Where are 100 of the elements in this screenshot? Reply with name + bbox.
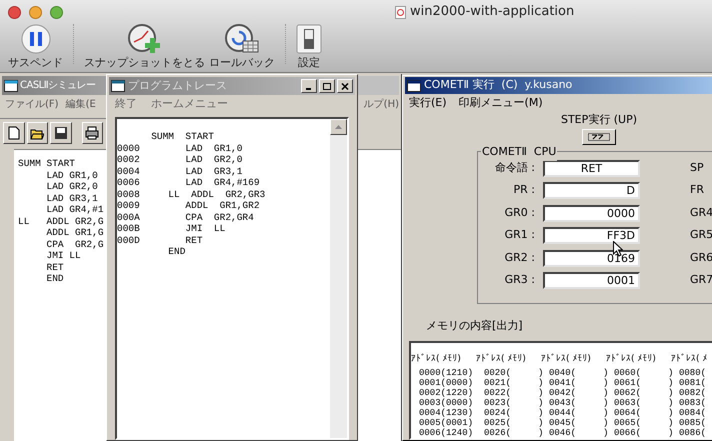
memory-cell: 0060( ) — [614, 368, 674, 378]
open-folder-button[interactable] — [26, 122, 48, 144]
memory-cell: 0080( — [679, 368, 706, 378]
memory-cell: 0062( ) — [614, 388, 674, 398]
scrollbar[interactable] — [330, 119, 347, 438]
window-title: win2000-with-application — [410, 3, 574, 22]
code-line: LAD GR3,1 — [46, 192, 98, 204]
snapshot-button[interactable]: スナップショットをとる — [82, 24, 207, 72]
title-bar — [358, 76, 399, 95]
print-button[interactable] — [82, 122, 103, 144]
memory-cell: 0061( ) — [614, 378, 674, 388]
close-icon — [341, 82, 349, 90]
memory-cell: 0006(1240) — [419, 428, 474, 438]
memory-cell: 0040( ) — [549, 368, 608, 378]
register-label: PR : — [512, 182, 535, 198]
code-line: 0000 LAD GR1,0 — [117, 142, 242, 154]
memory-cell: 0065( ) — [614, 418, 674, 428]
register-label: GR0 : — [504, 204, 535, 221]
code-line: SUMM START — [150, 131, 214, 142]
code-line: 000D RET — [117, 234, 203, 246]
register-label: 命令語 : — [494, 160, 535, 176]
memory-cell: 0005(0001) — [419, 418, 474, 428]
code-line: 0002 LAD GR2,0 — [117, 154, 242, 166]
clock-plus-icon — [128, 24, 162, 54]
rollback-button[interactable]: ロールバック — [207, 24, 277, 72]
memory-cell: 0083( — [679, 398, 706, 408]
register-field[interactable]: 0000 — [543, 204, 640, 222]
code-line: LAD GR2,0 — [46, 181, 98, 192]
code-line: RET — [46, 262, 64, 273]
app-icon — [111, 79, 125, 93]
column-header: ｱﾄﾞﾚｽ( ﾒ — [671, 354, 708, 364]
group-legend: COMETⅡ CPU — [481, 144, 558, 161]
code-line: END — [167, 246, 186, 258]
code-line: LAD GR4,#1 — [46, 204, 104, 216]
memory-cell: 0024( ) — [484, 408, 544, 418]
memory-cell: 0063( ) — [614, 398, 674, 408]
menu-item[interactable]: 印刷メニュー(M) — [458, 94, 543, 112]
up-arrow-icon — [335, 125, 342, 129]
maximize-icon — [323, 82, 331, 90]
step-button[interactable] — [582, 129, 616, 146]
memory-cell: 0042( ) — [549, 388, 608, 398]
register-label: GR2 : — [504, 250, 535, 266]
print-icon — [85, 126, 100, 140]
code-line: LAD GR1,0 — [46, 170, 98, 181]
memory-cell: 0004(1230) — [419, 408, 474, 418]
save-icon — [54, 126, 68, 140]
menu-item[interactable]: ファイル(F) — [5, 96, 59, 112]
menu-item[interactable]: 終了 — [115, 96, 137, 112]
menu-item[interactable]: 実行(E) — [409, 94, 447, 112]
memory-cell: 0046( ) — [549, 428, 608, 438]
memory-cell: 0001(0000) — [419, 378, 474, 388]
window-title: CASLⅡシミュレー — [20, 79, 96, 93]
code-line: ADDL GR1,G — [46, 227, 104, 238]
code-line: 0004 LAD GR3,1 — [117, 166, 242, 177]
memory-cell: 0002(1220) — [419, 388, 474, 398]
column-header: ｱﾄﾞﾚｽ( ﾒﾓﾘ) — [476, 354, 526, 364]
suspend-button[interactable]: サスペンド — [6, 24, 65, 72]
code-line: JMI LL — [46, 250, 81, 262]
register-field[interactable]: RET — [543, 160, 640, 177]
register-field[interactable]: 0001 — [543, 272, 640, 290]
menu-item[interactable]: ルプ(H) — [364, 96, 399, 112]
register-label: SP — [690, 160, 704, 176]
register-label: FR — [690, 182, 704, 198]
switch-icon — [296, 24, 322, 54]
new-file-button[interactable] — [3, 122, 24, 144]
memory-cell: 0023( ) — [484, 398, 544, 408]
memory-cell: 0084( — [679, 408, 706, 418]
memory-label: メモリの内容[出力] — [426, 318, 523, 334]
new-file-icon — [6, 126, 21, 140]
menu-item[interactable]: ホームメニュー — [151, 96, 228, 112]
code-line: 000B JMI LL — [117, 223, 226, 234]
register-field[interactable]: 0169 — [543, 250, 640, 267]
step-label: STEP実行 (UP) — [560, 112, 638, 128]
code-line: 0008 LL ADDL GR2,GR3 — [117, 188, 266, 200]
settings-button[interactable]: 設定 — [294, 24, 324, 72]
memory-cell: 0026( ) — [484, 428, 544, 438]
menu-item[interactable]: 編集(E — [66, 96, 96, 112]
text-area[interactable]: SUMM START 0000 LAD GR1,0 0002 LAD GR2,0 0004 LAD GR3,1 0006 LAD GR4,#169 0008 LL ADDL GR2,GR3 0009 ADDL GR1,GR2 000A CPA GR2,GR4 000B JMI LL 000D RET END — [115, 117, 349, 440]
memory-cell: 0025( ) — [484, 418, 544, 428]
register-label: GR7 — [690, 272, 712, 288]
memory-cell: 0081( — [679, 378, 706, 388]
text-area[interactable]: SUMM START LAD GR1,0 LAD GR2,0 LAD GR3,1 LAD GR4,#1 LL ADDL GR2,G ADDL GR1,G CPA GR2,G JMI LL RET END — [14, 149, 106, 441]
save-button[interactable] — [50, 122, 72, 144]
maximize-button[interactable] — [319, 79, 335, 93]
memory-cell: 0021( ) — [484, 378, 544, 388]
register-field[interactable]: D — [543, 182, 640, 200]
scroll-up-button[interactable] — [330, 119, 347, 135]
column-header: ｱﾄﾞﾚｽ( ﾒﾓﾘ) — [411, 354, 461, 364]
register-field[interactable]: FF3D — [543, 227, 640, 244]
memory-cell: 0064( ) — [614, 408, 674, 418]
pause-icon — [20, 24, 50, 54]
app-icon — [4, 78, 18, 92]
clock-arrow-icon — [225, 24, 259, 54]
column-header: ｱﾄﾞﾚｽ( ﾒﾓﾘ) — [541, 354, 591, 364]
register-label: GR3 : — [504, 272, 535, 288]
document-icon — [395, 6, 406, 18]
code-line: CPA GR2,G — [46, 238, 104, 250]
step-icon — [588, 133, 610, 142]
memory-cell: 0043( ) — [549, 398, 608, 408]
zoom-button[interactable] — [50, 6, 63, 18]
